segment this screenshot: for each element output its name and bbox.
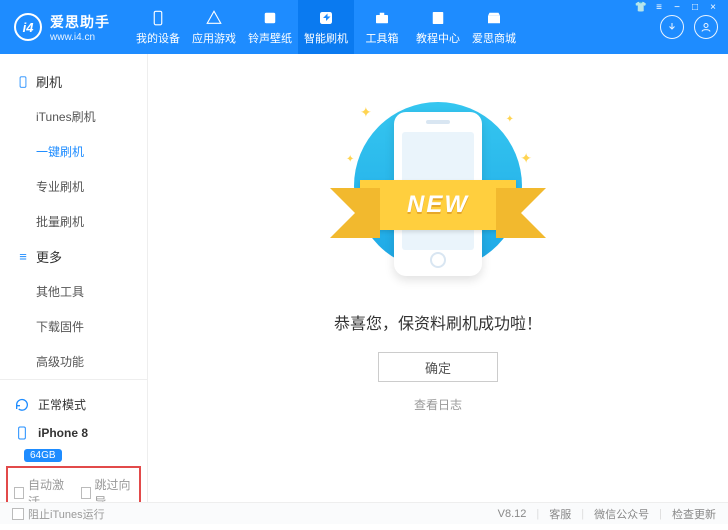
support-link[interactable]: 客服 [549, 506, 571, 522]
tools-icon [373, 9, 391, 27]
ok-button[interactable]: 确定 [378, 352, 498, 382]
nav-label: 智能刷机 [304, 30, 348, 46]
book-icon [429, 9, 447, 27]
sidebar-section-title: 更多 [36, 247, 62, 266]
success-illustration: ✦✦✦✦ NEW [318, 94, 558, 284]
sidebar-item-onekey-flash[interactable]: 一键刷机 [36, 134, 147, 169]
store-icon [485, 9, 503, 27]
device-name: iPhone 8 [38, 426, 88, 440]
phone-icon [16, 75, 30, 89]
main-content: ✦✦✦✦ NEW 恭喜您，保资料刷机成功啦！ 确定 查看日志 [148, 54, 728, 502]
music-icon [261, 9, 279, 27]
brand-name: 爱思助手 [50, 12, 110, 32]
nav-tutorials[interactable]: 教程中心 [410, 0, 466, 54]
sidebar-section-flash[interactable]: 刷机 [0, 64, 147, 99]
logo: i4 爱思助手 www.i4.cn [14, 12, 110, 43]
sidebar-section-more[interactable]: ≡ 更多 [0, 239, 147, 274]
menu-icon[interactable]: ≡ [652, 0, 666, 14]
top-nav: 我的设备 应用游戏 铃声壁纸 智能刷机 工具箱 教程中心 爱思商城 [130, 0, 522, 54]
nav-label: 爱思商城 [472, 30, 516, 46]
header: i4 爱思助手 www.i4.cn 我的设备 应用游戏 铃声壁纸 智能刷机 工具… [0, 0, 728, 54]
checkbox-label: 阻止iTunes运行 [28, 506, 105, 522]
sidebar-item-download-fw[interactable]: 下载固件 [36, 309, 147, 344]
mode-line[interactable]: 正常模式 [0, 390, 147, 419]
wechat-link[interactable]: 微信公众号 [594, 506, 649, 522]
nav-label: 铃声壁纸 [248, 30, 292, 46]
nav-label: 教程中心 [416, 30, 460, 46]
nav-ringtones[interactable]: 铃声壁纸 [242, 0, 298, 54]
sidebar-item-pro-flash[interactable]: 专业刷机 [36, 169, 147, 204]
nav-tools[interactable]: 工具箱 [354, 0, 410, 54]
list-icon: ≡ [16, 249, 30, 264]
maximize-icon[interactable]: □ [688, 0, 702, 14]
view-log-link[interactable]: 查看日志 [414, 396, 462, 413]
nav-label: 应用游戏 [192, 30, 236, 46]
mode-label: 正常模式 [38, 396, 86, 413]
nav-apps[interactable]: 应用游戏 [186, 0, 242, 54]
device-small-icon [14, 425, 30, 441]
flash-icon [317, 9, 335, 27]
logo-badge: i4 [14, 13, 42, 41]
nav-store[interactable]: 爱思商城 [466, 0, 522, 54]
close-icon[interactable]: × [706, 0, 720, 14]
apps-icon [205, 9, 223, 27]
nav-label: 我的设备 [136, 30, 180, 46]
nav-my-device[interactable]: 我的设备 [130, 0, 186, 54]
version-label: V8.12 [498, 508, 527, 520]
brand-site: www.i4.cn [50, 32, 110, 43]
shirt-icon[interactable]: 👕 [634, 0, 648, 14]
nav-label: 工具箱 [366, 30, 399, 46]
minimize-icon[interactable]: − [670, 0, 684, 14]
sidebar: 刷机 iTunes刷机 一键刷机 专业刷机 批量刷机 ≡ 更多 其他工具 下载固… [0, 54, 148, 502]
sidebar-item-other-tools[interactable]: 其他工具 [36, 274, 147, 309]
storage-badge: 64GB [24, 449, 62, 462]
checkbox-block-itunes[interactable]: 阻止iTunes运行 [12, 506, 105, 522]
user-button[interactable] [694, 15, 718, 39]
refresh-icon [14, 397, 30, 413]
sidebar-section-title: 刷机 [36, 72, 62, 91]
sidebar-item-advanced[interactable]: 高级功能 [36, 344, 147, 379]
device-line[interactable]: iPhone 8 [0, 419, 147, 447]
nav-flash[interactable]: 智能刷机 [298, 0, 354, 54]
status-bar: 阻止iTunes运行 V8.12| 客服| 微信公众号| 检查更新 [0, 502, 728, 524]
device-icon [149, 9, 167, 27]
sidebar-item-itunes-flash[interactable]: iTunes刷机 [36, 99, 147, 134]
check-update-link[interactable]: 检查更新 [672, 506, 716, 522]
success-message: 恭喜您，保资料刷机成功啦！ [334, 310, 542, 334]
download-button[interactable] [660, 15, 684, 39]
sidebar-item-batch-flash[interactable]: 批量刷机 [36, 204, 147, 239]
ribbon-text: NEW [407, 191, 469, 219]
